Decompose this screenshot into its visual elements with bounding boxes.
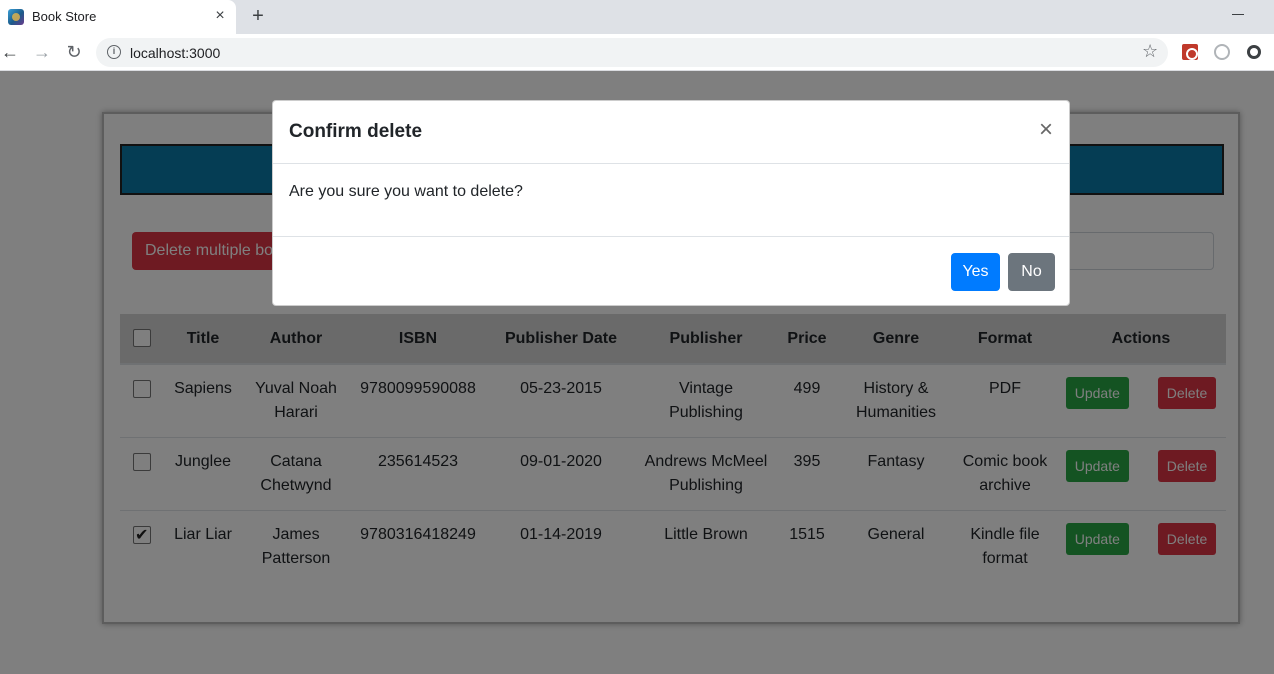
- yes-button[interactable]: Yes: [951, 253, 1000, 291]
- browser-tab[interactable]: Book Store ×: [0, 0, 236, 34]
- minimize-window-icon[interactable]: [1232, 14, 1244, 15]
- address-bar[interactable]: i localhost:3000 ☆: [96, 38, 1168, 67]
- profile-icon[interactable]: [1247, 45, 1261, 59]
- confirm-delete-modal: Confirm delete × Are you sure you want t…: [272, 100, 1070, 306]
- extension-icon[interactable]: [1214, 44, 1230, 60]
- close-tab-icon[interactable]: ×: [212, 7, 228, 25]
- tab-title: Book Store: [32, 9, 97, 24]
- info-icon[interactable]: i: [107, 45, 121, 59]
- forward-arrow-icon[interactable]: →: [32, 41, 52, 63]
- modal-message: Are you sure you want to delete?: [289, 183, 523, 200]
- new-tab-icon[interactable]: +: [248, 5, 268, 27]
- close-icon[interactable]: ×: [1035, 117, 1057, 143]
- reload-icon[interactable]: ↻: [64, 41, 84, 63]
- modal-divider: [273, 163, 1069, 164]
- extension-icon[interactable]: [1182, 44, 1198, 60]
- url-text[interactable]: localhost:3000: [130, 45, 220, 61]
- back-arrow-icon[interactable]: ←: [0, 41, 20, 63]
- browser-toolbar: ← → ↻ i localhost:3000 ☆: [0, 34, 1274, 71]
- browser-tab-strip: Book Store × +: [0, 0, 1274, 34]
- favicon-icon: [8, 9, 24, 25]
- no-button[interactable]: No: [1008, 253, 1055, 291]
- modal-title: Confirm delete: [289, 121, 423, 142]
- modal-divider: [273, 236, 1069, 237]
- bookmark-star-icon[interactable]: ☆: [1142, 41, 1158, 62]
